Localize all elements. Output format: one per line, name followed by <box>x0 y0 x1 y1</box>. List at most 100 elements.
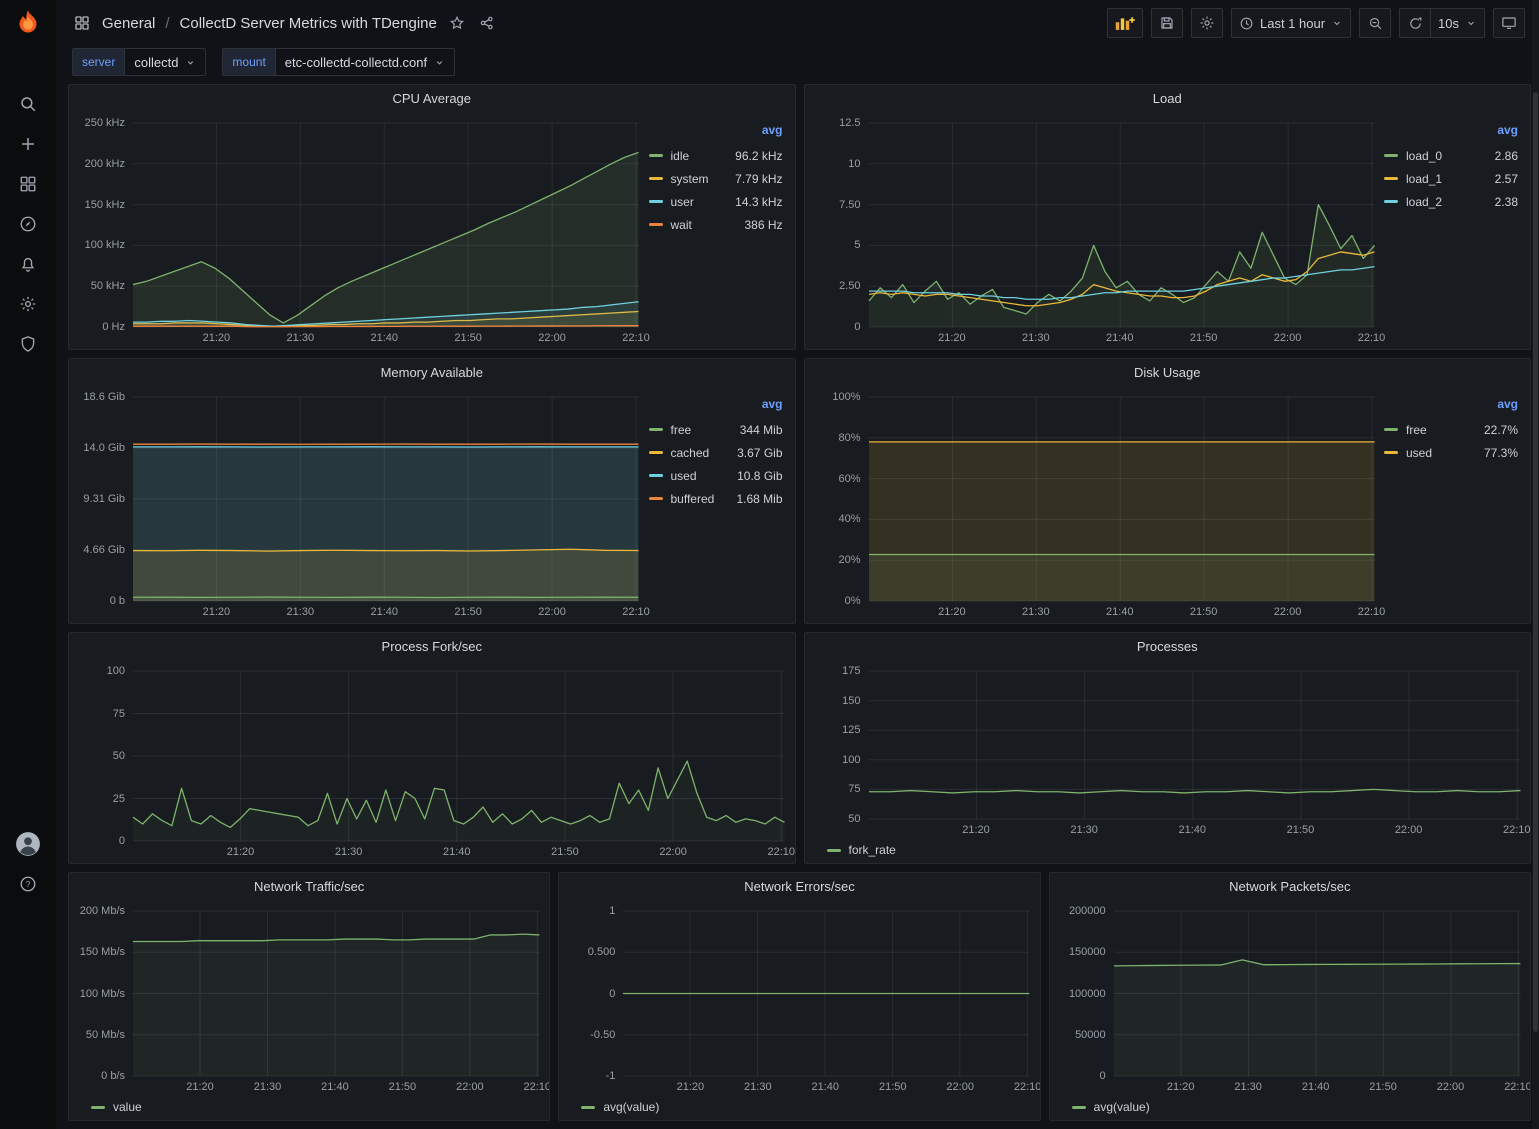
refresh-interval-picker[interactable]: 10s <box>1431 8 1485 38</box>
legend-avg-header[interactable]: avg <box>649 121 783 144</box>
chart-canvas[interactable] <box>133 911 539 1076</box>
variable-mount[interactable]: mount etc-collectd-collectd.conf <box>222 48 455 76</box>
chart-plot[interactable] <box>133 397 639 601</box>
chart-plot[interactable] <box>133 671 785 841</box>
series-name[interactable]: user <box>671 195 694 209</box>
panel-header[interactable]: Memory Available <box>69 359 795 385</box>
grafana-logo[interactable] <box>0 0 56 46</box>
legend-item[interactable]: load_02.86 <box>1384 144 1518 167</box>
panel-header[interactable]: Network Errors/sec <box>559 873 1039 899</box>
dashboard-title[interactable]: CollectD Server Metrics with TDengine <box>180 15 437 32</box>
legend-item[interactable]: fork_rate <box>827 843 896 857</box>
panel-header[interactable]: Load <box>805 85 1531 111</box>
dashboard-settings-button[interactable] <box>1191 8 1223 38</box>
panel-header[interactable]: Process Fork/sec <box>69 633 795 659</box>
chart-plot[interactable] <box>133 123 639 327</box>
chart-canvas[interactable] <box>1114 911 1520 1076</box>
panel-title[interactable]: Network Packets/sec <box>1229 879 1350 894</box>
panel-title[interactable]: Memory Available <box>381 365 483 380</box>
series-name[interactable]: wait <box>671 218 692 232</box>
legend-item[interactable]: free344 Mib <box>649 418 783 441</box>
legend-item[interactable]: value <box>91 1100 142 1114</box>
zoom-out-time-button[interactable] <box>1359 8 1391 38</box>
legend-item[interactable]: buffered1.68 Mib <box>649 487 783 510</box>
chart-plot[interactable] <box>1114 911 1520 1076</box>
series-name[interactable]: value <box>113 1100 142 1114</box>
legend-avg-header[interactable]: avg <box>1384 395 1518 418</box>
variable-server[interactable]: server collectd <box>72 48 206 76</box>
series-name[interactable]: idle <box>671 149 690 163</box>
sidebar-item-alerting[interactable] <box>0 248 56 280</box>
chart-canvas[interactable] <box>869 123 1375 327</box>
legend-avg-header[interactable]: avg <box>649 395 783 418</box>
panel-title[interactable]: Disk Usage <box>1134 365 1200 380</box>
sidebar-item-create[interactable] <box>0 128 56 160</box>
panel-header[interactable]: Network Packets/sec <box>1050 873 1530 899</box>
panel-header[interactable]: Disk Usage <box>805 359 1531 385</box>
series-name[interactable]: fork_rate <box>849 843 896 857</box>
legend-item[interactable]: avg(value) <box>1072 1100 1150 1114</box>
series-name[interactable]: load_1 <box>1406 172 1442 186</box>
legend-item[interactable]: avg(value) <box>581 1100 659 1114</box>
panel-title[interactable]: Processes <box>1137 639 1198 654</box>
panel-title[interactable]: Load <box>1153 91 1182 106</box>
legend-item[interactable]: used10.8 Gib <box>649 464 783 487</box>
series-name[interactable]: avg(value) <box>603 1100 659 1114</box>
variable-mount-value[interactable]: etc-collectd-collectd.conf <box>275 48 455 76</box>
panel-header[interactable]: CPU Average <box>69 85 795 111</box>
chart-canvas[interactable] <box>869 397 1375 601</box>
chart-canvas[interactable] <box>623 911 1029 1076</box>
series-name[interactable]: load_0 <box>1406 149 1442 163</box>
chart-canvas[interactable] <box>869 671 1521 819</box>
panel-header[interactable]: Network Traffic/sec <box>69 873 549 899</box>
sidebar-item-search[interactable] <box>0 88 56 120</box>
legend-item[interactable]: load_22.38 <box>1384 190 1518 213</box>
legend-item[interactable]: wait386 Hz <box>649 213 783 236</box>
chart-canvas[interactable] <box>133 123 639 327</box>
series-name[interactable]: load_2 <box>1406 195 1442 209</box>
legend-item[interactable]: user14.3 kHz <box>649 190 783 213</box>
save-dashboard-button[interactable] <box>1151 8 1183 38</box>
legend-item[interactable]: idle96.2 kHz <box>649 144 783 167</box>
star-dashboard-button[interactable] <box>447 13 467 33</box>
sidebar-item-dashboards[interactable] <box>0 168 56 200</box>
series-name[interactable]: used <box>671 469 697 483</box>
scrollbar-thumb[interactable] <box>1533 92 1538 1032</box>
legend-item[interactable]: used77.3% <box>1384 441 1518 464</box>
chart-plot[interactable] <box>869 671 1521 819</box>
sidebar-item-explore[interactable] <box>0 208 56 240</box>
series-name[interactable]: cached <box>671 446 710 460</box>
variable-server-value[interactable]: collectd <box>124 48 206 76</box>
chart-plot[interactable] <box>623 911 1029 1076</box>
share-dashboard-button[interactable] <box>477 13 497 33</box>
chart-canvas[interactable] <box>133 671 785 841</box>
chart-plot[interactable] <box>133 911 539 1076</box>
sidebar-item-help[interactable]: ? <box>0 868 56 900</box>
legend-avg-header[interactable]: avg <box>1384 121 1518 144</box>
breadcrumb-folder[interactable]: General <box>102 15 155 32</box>
series-name[interactable]: free <box>671 423 692 437</box>
add-panel-button[interactable] <box>1107 8 1143 38</box>
series-name[interactable]: buffered <box>671 492 715 506</box>
page-scrollbar[interactable] <box>1532 0 1539 1129</box>
chart-plot[interactable] <box>869 397 1375 601</box>
series-name[interactable]: system <box>671 172 709 186</box>
series-name[interactable]: free <box>1406 423 1427 437</box>
legend-item[interactable]: cached3.67 Gib <box>649 441 783 464</box>
legend-item[interactable]: load_12.57 <box>1384 167 1518 190</box>
panel-title[interactable]: Network Errors/sec <box>744 879 855 894</box>
legend-item[interactable]: system7.79 kHz <box>649 167 783 190</box>
chart-canvas[interactable] <box>133 397 639 601</box>
sidebar-item-profile[interactable] <box>0 828 56 860</box>
legend-item[interactable]: free22.7% <box>1384 418 1518 441</box>
panel-title[interactable]: Process Fork/sec <box>382 639 482 654</box>
sidebar-item-server-admin[interactable] <box>0 328 56 360</box>
panel-header[interactable]: Processes <box>805 633 1531 659</box>
series-name[interactable]: avg(value) <box>1094 1100 1150 1114</box>
chart-plot[interactable] <box>869 123 1375 327</box>
cycle-view-mode-button[interactable] <box>1493 8 1525 38</box>
refresh-dashboard-button[interactable] <box>1399 8 1431 38</box>
series-name[interactable]: used <box>1406 446 1432 460</box>
sidebar-item-configuration[interactable] <box>0 288 56 320</box>
panel-title[interactable]: CPU Average <box>392 91 471 106</box>
